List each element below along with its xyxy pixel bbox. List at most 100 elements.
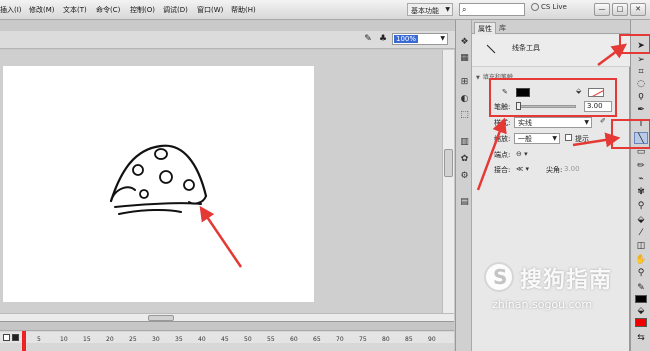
menu-insert[interactable]: 插入(I) bbox=[0, 5, 22, 15]
library-panel-icon[interactable]: ▥ bbox=[458, 136, 471, 149]
components-panel-icon[interactable]: ⚙ bbox=[458, 170, 471, 183]
join-style-select[interactable]: ≪ ▾ bbox=[516, 165, 529, 173]
miter-label: 尖角: bbox=[546, 166, 563, 174]
chevron-down-icon: ▼ bbox=[552, 135, 557, 142]
edit-stroke-style-icon[interactable]: ✐ bbox=[600, 117, 606, 125]
fill-stroke-section-header[interactable]: ▼ 填充和笔触 bbox=[472, 72, 630, 82]
menu-debug[interactable]: 调试(D) bbox=[163, 5, 188, 15]
info-panel-icon[interactable]: ◐ bbox=[458, 93, 471, 106]
stroke-color-chip[interactable] bbox=[635, 295, 647, 303]
frame-tick: 70 bbox=[336, 336, 344, 343]
layer-visibility-icon[interactable] bbox=[3, 334, 10, 341]
frame-tick: 55 bbox=[267, 336, 275, 343]
cs-live-label: CS Live bbox=[541, 3, 567, 11]
history-panel-icon[interactable]: ▤ bbox=[458, 196, 471, 209]
zoom-select[interactable]: 100% ▼ bbox=[392, 33, 448, 45]
eraser-tool-icon[interactable]: ◫ bbox=[634, 240, 648, 252]
hint-checkbox[interactable] bbox=[565, 134, 572, 141]
miter-value[interactable]: 3.00 bbox=[564, 165, 580, 173]
lasso-tool-icon[interactable]: ϙ bbox=[634, 90, 648, 102]
menu-modify[interactable]: 修改(M) bbox=[29, 5, 55, 15]
frame-tick: 65 bbox=[313, 336, 321, 343]
stroke-color-swatch[interactable] bbox=[516, 88, 530, 97]
align-panel-icon[interactable]: ⊞ bbox=[458, 76, 471, 89]
timeline-header bbox=[0, 322, 454, 331]
section-title: 填充和笔触 bbox=[482, 74, 513, 81]
frame-tick: 40 bbox=[198, 336, 206, 343]
tools-panel: ➤ ➢ ⌗ ◌ ϙ ✒ T ╲ ▭ ✏ ⌁ ✾ ⚲ ⬙ ⁄ ◫ ✋ ⚲ ✎ ⬙ … bbox=[630, 20, 650, 351]
workspace-switcher[interactable]: 基本功能 ▼ bbox=[407, 3, 453, 16]
frame-tick: 60 bbox=[290, 336, 298, 343]
tab-properties[interactable]: 属性 bbox=[474, 22, 496, 34]
search-input[interactable]: ⌕ bbox=[459, 3, 525, 16]
stroke-slider[interactable] bbox=[518, 105, 576, 108]
bone-tool-icon[interactable]: ⚲ bbox=[634, 200, 648, 212]
pencil-tool-icon[interactable]: ✏ bbox=[634, 160, 648, 172]
frame-tick: 20 bbox=[106, 336, 114, 343]
swatches-panel-icon[interactable]: ▦ bbox=[458, 52, 471, 65]
panel-icon-strip: ❖ ▦ ⊞ ◐ ⬚ ▥ ✿ ⚙ ▤ bbox=[455, 20, 472, 351]
line-tool-icon[interactable]: ╲ bbox=[634, 132, 648, 144]
text-tool-icon[interactable]: T bbox=[634, 118, 648, 130]
deco-tool-icon[interactable]: ✾ bbox=[634, 186, 648, 198]
menu-window[interactable]: 窗口(W) bbox=[197, 5, 223, 15]
frame-tick: 10 bbox=[60, 336, 68, 343]
frame-tick: 35 bbox=[175, 336, 183, 343]
zoom-value: 100% bbox=[394, 35, 419, 43]
vertical-scrollbar[interactable] bbox=[442, 50, 454, 313]
vertical-scroll-thumb[interactable] bbox=[444, 149, 453, 177]
scale-select[interactable]: 一般 ▼ bbox=[514, 133, 560, 144]
style-select[interactable]: 实线 ▼ bbox=[514, 117, 592, 128]
edit-symbol-icon[interactable]: ✎ bbox=[362, 34, 374, 45]
zoom-tool-icon[interactable]: ⚲ bbox=[634, 267, 648, 279]
collapse-triangle-icon: ▼ bbox=[476, 75, 480, 81]
cs-live-icon bbox=[531, 3, 539, 11]
hand-tool-icon[interactable]: ✋ bbox=[634, 254, 648, 266]
fill-color-swatch[interactable] bbox=[588, 88, 604, 97]
horizontal-scrollbar[interactable] bbox=[0, 313, 454, 321]
swap-colors-icon[interactable]: ⇆ bbox=[634, 332, 648, 344]
rectangle-tool-icon[interactable]: ▭ bbox=[634, 146, 648, 158]
fill-bucket-icon: ⬙ bbox=[637, 306, 645, 316]
eyedropper-tool-icon[interactable]: ⁄ bbox=[634, 227, 648, 239]
timeline-frames[interactable]: 5 10 15 20 25 30 35 40 45 50 55 60 65 70… bbox=[0, 332, 454, 343]
join-label: 接合: bbox=[494, 166, 511, 174]
workspace-label: 基本功能 bbox=[411, 7, 439, 15]
chevron-down-icon: ▼ bbox=[445, 6, 450, 13]
frame-tick: 45 bbox=[221, 336, 229, 343]
frame-tick: 85 bbox=[405, 336, 413, 343]
properties-panel: 属性 库 线条工具 ▼ 填充和笔触 ✎ ⬙ 笔触: 3.00 样式: 实线 ▼ ✐… bbox=[472, 20, 630, 351]
frame-tick: 30 bbox=[152, 336, 160, 343]
minimize-button[interactable]: — bbox=[594, 3, 610, 16]
transform-panel-icon[interactable]: ⬚ bbox=[458, 109, 471, 122]
menu-control[interactable]: 控制(O) bbox=[130, 5, 155, 15]
stage-canvas[interactable] bbox=[3, 66, 314, 302]
cs-live-button[interactable]: CS Live bbox=[531, 3, 587, 16]
subselection-tool-icon[interactable]: ➢ bbox=[634, 54, 648, 66]
stroke-value-input[interactable]: 3.00 bbox=[584, 101, 612, 112]
paint-bucket-tool-icon[interactable]: ⬙ bbox=[634, 214, 648, 226]
tab-library[interactable]: 库 bbox=[496, 22, 509, 34]
tool-header: 线条工具 bbox=[472, 35, 630, 67]
frame-tick: 15 bbox=[83, 336, 91, 343]
playhead[interactable] bbox=[22, 331, 26, 351]
frame-tick: 50 bbox=[244, 336, 252, 343]
maximize-button[interactable]: □ bbox=[612, 3, 628, 16]
menu-commands[interactable]: 命令(C) bbox=[96, 5, 120, 15]
fill-color-chip[interactable] bbox=[635, 318, 647, 327]
color-panel-icon[interactable]: ❖ bbox=[458, 36, 471, 49]
3d-rotation-tool-icon[interactable]: ◌ bbox=[634, 78, 648, 90]
brush-tool-icon[interactable]: ⌁ bbox=[634, 173, 648, 185]
close-button[interactable]: ✕ bbox=[630, 3, 646, 16]
layer-lock-icon[interactable] bbox=[12, 334, 19, 341]
stroke-slider-thumb[interactable] bbox=[516, 102, 521, 110]
menu-help[interactable]: 帮助(H) bbox=[231, 5, 256, 15]
pen-tool-icon[interactable]: ✒ bbox=[634, 104, 648, 116]
cap-style-select[interactable]: ⊖ ▾ bbox=[516, 150, 528, 158]
hint-label: 提示 bbox=[575, 135, 589, 143]
edit-scene-icon[interactable]: ♣ bbox=[377, 34, 389, 45]
free-transform-tool-icon[interactable]: ⌗ bbox=[634, 66, 648, 78]
menu-text[interactable]: 文本(T) bbox=[63, 5, 87, 15]
motion-preset-icon[interactable]: ✿ bbox=[458, 153, 471, 166]
selection-tool-icon[interactable]: ➤ bbox=[634, 40, 648, 52]
